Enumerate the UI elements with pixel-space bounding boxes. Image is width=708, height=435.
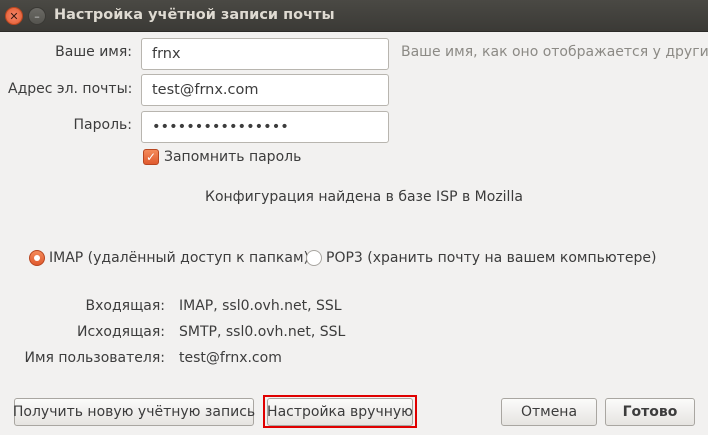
name-hint: Ваше имя, как оно отображается у других (401, 44, 708, 60)
email-field[interactable] (141, 74, 389, 106)
manual-config-button[interactable]: Настройка вручную (267, 398, 413, 426)
name-label: Ваше имя: (55, 44, 132, 60)
remember-password-checkbox[interactable]: ✓ (143, 149, 159, 165)
close-icon[interactable]: ✕ (5, 7, 23, 25)
done-button[interactable]: Готово (605, 398, 695, 426)
remember-password-label[interactable]: Запомнить пароль (164, 149, 301, 165)
password-label: Пароль: (73, 117, 132, 133)
cancel-button[interactable]: Отмена (501, 398, 597, 426)
imap-radio[interactable] (29, 250, 45, 266)
pop3-radio-label[interactable]: POP3 (хранить почту на вашем компьютере) (326, 250, 656, 266)
incoming-label: Входящая: (85, 298, 165, 314)
window-title: Настройка учётной записи почты (54, 7, 335, 23)
password-field[interactable] (141, 111, 389, 143)
pop3-radio[interactable] (306, 250, 322, 266)
username-label: Имя пользователя: (24, 350, 165, 366)
outgoing-value: SMTP, ssl0.ovh.net, SSL (179, 324, 346, 340)
config-status-text: Конфигурация найдена в базе ISP в Mozill… (205, 189, 523, 205)
new-account-button[interactable]: Получить новую учётную запись (13, 398, 255, 426)
minimize-icon[interactable]: – (28, 7, 46, 25)
imap-radio-label[interactable]: IMAP (удалённый доступ к папкам) (49, 250, 309, 266)
title-bar: ✕ – Настройка учётной записи почты (0, 0, 708, 32)
name-field[interactable] (141, 38, 389, 70)
outgoing-label: Исходящая: (76, 324, 165, 340)
username-value: test@frnx.com (179, 350, 282, 366)
incoming-value: IMAP, ssl0.ovh.net, SSL (179, 298, 342, 314)
email-label: Адрес эл. почты: (8, 81, 133, 97)
